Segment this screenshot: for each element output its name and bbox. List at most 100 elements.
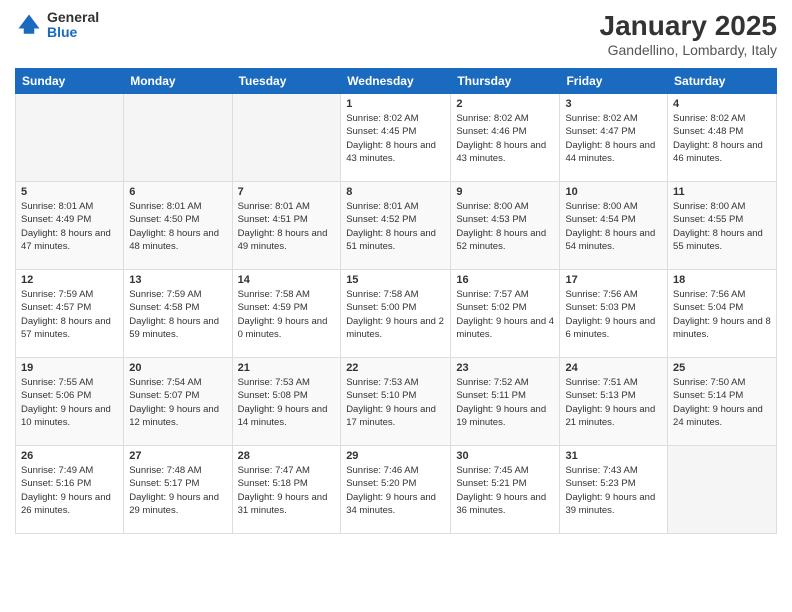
day-info: Sunrise: 7:56 AM Sunset: 5:04 PM Dayligh… [673, 288, 771, 341]
day-number: 6 [129, 186, 226, 198]
table-row: 8 Sunrise: 8:01 AM Sunset: 4:52 PM Daylig… [341, 182, 451, 270]
table-row: 17Sunrise: 7:56 AM Sunset: 5:03 PM Dayli… [560, 270, 668, 358]
day-number: 18 [673, 274, 771, 286]
calendar-week-row: 19 Sunrise: 7:55 AM Sunset: 5:06 PM Dayli… [16, 358, 777, 446]
table-row: 27 Sunrise: 7:48 AM Sunset: 5:17 PM Dayli… [124, 446, 232, 534]
day-number: 19 [21, 362, 118, 374]
calendar-week-row: 5Sunrise: 8:01 AM Sunset: 4:49 PM Daylig… [16, 182, 777, 270]
day-number: 12 [21, 274, 118, 286]
table-row: 12 Sunrise: 7:59 AM Sunset: 4:57 PM Dayli… [16, 270, 124, 358]
month-title: January 2025 [600, 10, 777, 42]
table-row: 2 Sunrise: 8:02 AM Sunset: 4:46 PM Daylig… [451, 94, 560, 182]
day-info: Sunrise: 7:45 AM Sunset: 5:21 PM Dayligh… [456, 464, 554, 517]
logo: General Blue [15, 10, 99, 41]
table-row [668, 446, 777, 534]
day-number: 15 [346, 274, 445, 286]
table-row: 6 Sunrise: 8:01 AM Sunset: 4:50 PM Daylig… [124, 182, 232, 270]
day-info: Sunrise: 8:00 AM Sunset: 4:55 PM Dayligh… [673, 200, 771, 253]
table-row: 26 Sunrise: 7:49 AM Sunset: 5:16 PM Dayli… [16, 446, 124, 534]
calendar-header-row: Sunday Monday Tuesday Wednesday Thursday… [16, 69, 777, 94]
table-row: 14Sunrise: 7:58 AM Sunset: 4:59 PM Dayli… [232, 270, 341, 358]
day-number: 9 [456, 186, 554, 198]
table-row: 21 Sunrise: 7:53 AM Sunset: 5:08 PM Dayli… [232, 358, 341, 446]
title-block: January 2025 Gandellino, Lombardy, Italy [600, 10, 777, 58]
table-row: 7 Sunrise: 8:01 AM Sunset: 4:51 PM Daylig… [232, 182, 341, 270]
day-number: 25 [673, 362, 771, 374]
table-row: 9Sunrise: 8:00 AM Sunset: 4:53 PM Daylig… [451, 182, 560, 270]
calendar-week-row: 1Sunrise: 8:02 AM Sunset: 4:45 PM Daylig… [16, 94, 777, 182]
logo-general-text: General [47, 10, 99, 25]
day-info: Sunrise: 7:43 AM Sunset: 5:23 PM Dayligh… [565, 464, 662, 517]
day-number: 2 [456, 98, 554, 110]
day-number: 29 [346, 450, 445, 462]
location: Gandellino, Lombardy, Italy [600, 42, 777, 58]
day-number: 21 [238, 362, 336, 374]
day-info: Sunrise: 7:48 AM Sunset: 5:17 PM Dayligh… [129, 464, 226, 517]
table-row: 3 Sunrise: 8:02 AM Sunset: 4:47 PM Daylig… [560, 94, 668, 182]
table-row [232, 94, 341, 182]
day-info: Sunrise: 7:53 AM Sunset: 5:08 PM Dayligh… [238, 376, 336, 429]
day-info: Sunrise: 7:55 AM Sunset: 5:06 PM Dayligh… [21, 376, 118, 429]
day-info: Sunrise: 8:01 AM Sunset: 4:52 PM Dayligh… [346, 200, 445, 253]
day-info: Sunrise: 7:59 AM Sunset: 4:58 PM Dayligh… [129, 288, 226, 341]
logo-text: General Blue [47, 10, 99, 41]
col-thursday: Thursday [451, 69, 560, 94]
day-info: Sunrise: 7:47 AM Sunset: 5:18 PM Dayligh… [238, 464, 336, 517]
day-number: 26 [21, 450, 118, 462]
table-row: 20 Sunrise: 7:54 AM Sunset: 5:07 PM Dayli… [124, 358, 232, 446]
day-info: Sunrise: 8:01 AM Sunset: 4:50 PM Dayligh… [129, 200, 226, 253]
day-info: Sunrise: 7:53 AM Sunset: 5:10 PM Dayligh… [346, 376, 445, 429]
day-number: 8 [346, 186, 445, 198]
day-info: Sunrise: 7:50 AM Sunset: 5:14 PM Dayligh… [673, 376, 771, 429]
col-saturday: Saturday [668, 69, 777, 94]
day-number: 22 [346, 362, 445, 374]
day-info: Sunrise: 7:58 AM Sunset: 5:00 PM Dayligh… [346, 288, 445, 341]
day-number: 14 [238, 274, 336, 286]
day-number: 4 [673, 98, 771, 110]
day-info: Sunrise: 8:02 AM Sunset: 4:46 PM Dayligh… [456, 112, 554, 165]
day-number: 11 [673, 186, 771, 198]
table-row: 11 Sunrise: 8:00 AM Sunset: 4:55 PM Dayli… [668, 182, 777, 270]
logo-blue-text: Blue [47, 25, 99, 40]
day-info: Sunrise: 8:00 AM Sunset: 4:54 PM Dayligh… [565, 200, 662, 253]
table-row: 15 Sunrise: 7:58 AM Sunset: 5:00 PM Dayli… [341, 270, 451, 358]
day-info: Sunrise: 8:02 AM Sunset: 4:47 PM Dayligh… [565, 112, 662, 165]
table-row: 16 Sunrise: 7:57 AM Sunset: 5:02 PM Dayli… [451, 270, 560, 358]
table-row: 22 Sunrise: 7:53 AM Sunset: 5:10 PM Dayli… [341, 358, 451, 446]
day-number: 16 [456, 274, 554, 286]
col-monday: Monday [124, 69, 232, 94]
day-number: 10 [565, 186, 662, 198]
day-info: Sunrise: 8:02 AM Sunset: 4:48 PM Dayligh… [673, 112, 771, 165]
day-info: Sunrise: 7:52 AM Sunset: 5:11 PM Dayligh… [456, 376, 554, 429]
table-row: 31Sunrise: 7:43 AM Sunset: 5:23 PM Dayli… [560, 446, 668, 534]
calendar-week-row: 12 Sunrise: 7:59 AM Sunset: 4:57 PM Dayli… [16, 270, 777, 358]
table-row: 18 Sunrise: 7:56 AM Sunset: 5:04 PM Dayli… [668, 270, 777, 358]
day-number: 30 [456, 450, 554, 462]
day-info: Sunrise: 7:59 AM Sunset: 4:57 PM Dayligh… [21, 288, 118, 341]
day-info: Sunrise: 7:49 AM Sunset: 5:16 PM Dayligh… [21, 464, 118, 517]
calendar-week-row: 26 Sunrise: 7:49 AM Sunset: 5:16 PM Dayli… [16, 446, 777, 534]
day-info: Sunrise: 7:54 AM Sunset: 5:07 PM Dayligh… [129, 376, 226, 429]
table-row: 28Sunrise: 7:47 AM Sunset: 5:18 PM Dayli… [232, 446, 341, 534]
day-number: 3 [565, 98, 662, 110]
day-number: 27 [129, 450, 226, 462]
table-row: 23Sunrise: 7:52 AM Sunset: 5:11 PM Dayli… [451, 358, 560, 446]
day-info: Sunrise: 7:57 AM Sunset: 5:02 PM Dayligh… [456, 288, 554, 341]
day-info: Sunrise: 7:46 AM Sunset: 5:20 PM Dayligh… [346, 464, 445, 517]
table-row [16, 94, 124, 182]
day-number: 5 [21, 186, 118, 198]
table-row: 24Sunrise: 7:51 AM Sunset: 5:13 PM Dayli… [560, 358, 668, 446]
calendar-table: Sunday Monday Tuesday Wednesday Thursday… [15, 68, 777, 534]
day-number: 20 [129, 362, 226, 374]
day-info: Sunrise: 8:02 AM Sunset: 4:45 PM Dayligh… [346, 112, 445, 165]
table-row: 10 Sunrise: 8:00 AM Sunset: 4:54 PM Dayli… [560, 182, 668, 270]
table-row: 29 Sunrise: 7:46 AM Sunset: 5:20 PM Dayli… [341, 446, 451, 534]
table-row: 4 Sunrise: 8:02 AM Sunset: 4:48 PM Daylig… [668, 94, 777, 182]
day-number: 13 [129, 274, 226, 286]
col-wednesday: Wednesday [341, 69, 451, 94]
day-number: 17 [565, 274, 662, 286]
day-info: Sunrise: 8:01 AM Sunset: 4:51 PM Dayligh… [238, 200, 336, 253]
table-row: 25 Sunrise: 7:50 AM Sunset: 5:14 PM Dayli… [668, 358, 777, 446]
logo-icon [15, 11, 43, 39]
day-number: 7 [238, 186, 336, 198]
